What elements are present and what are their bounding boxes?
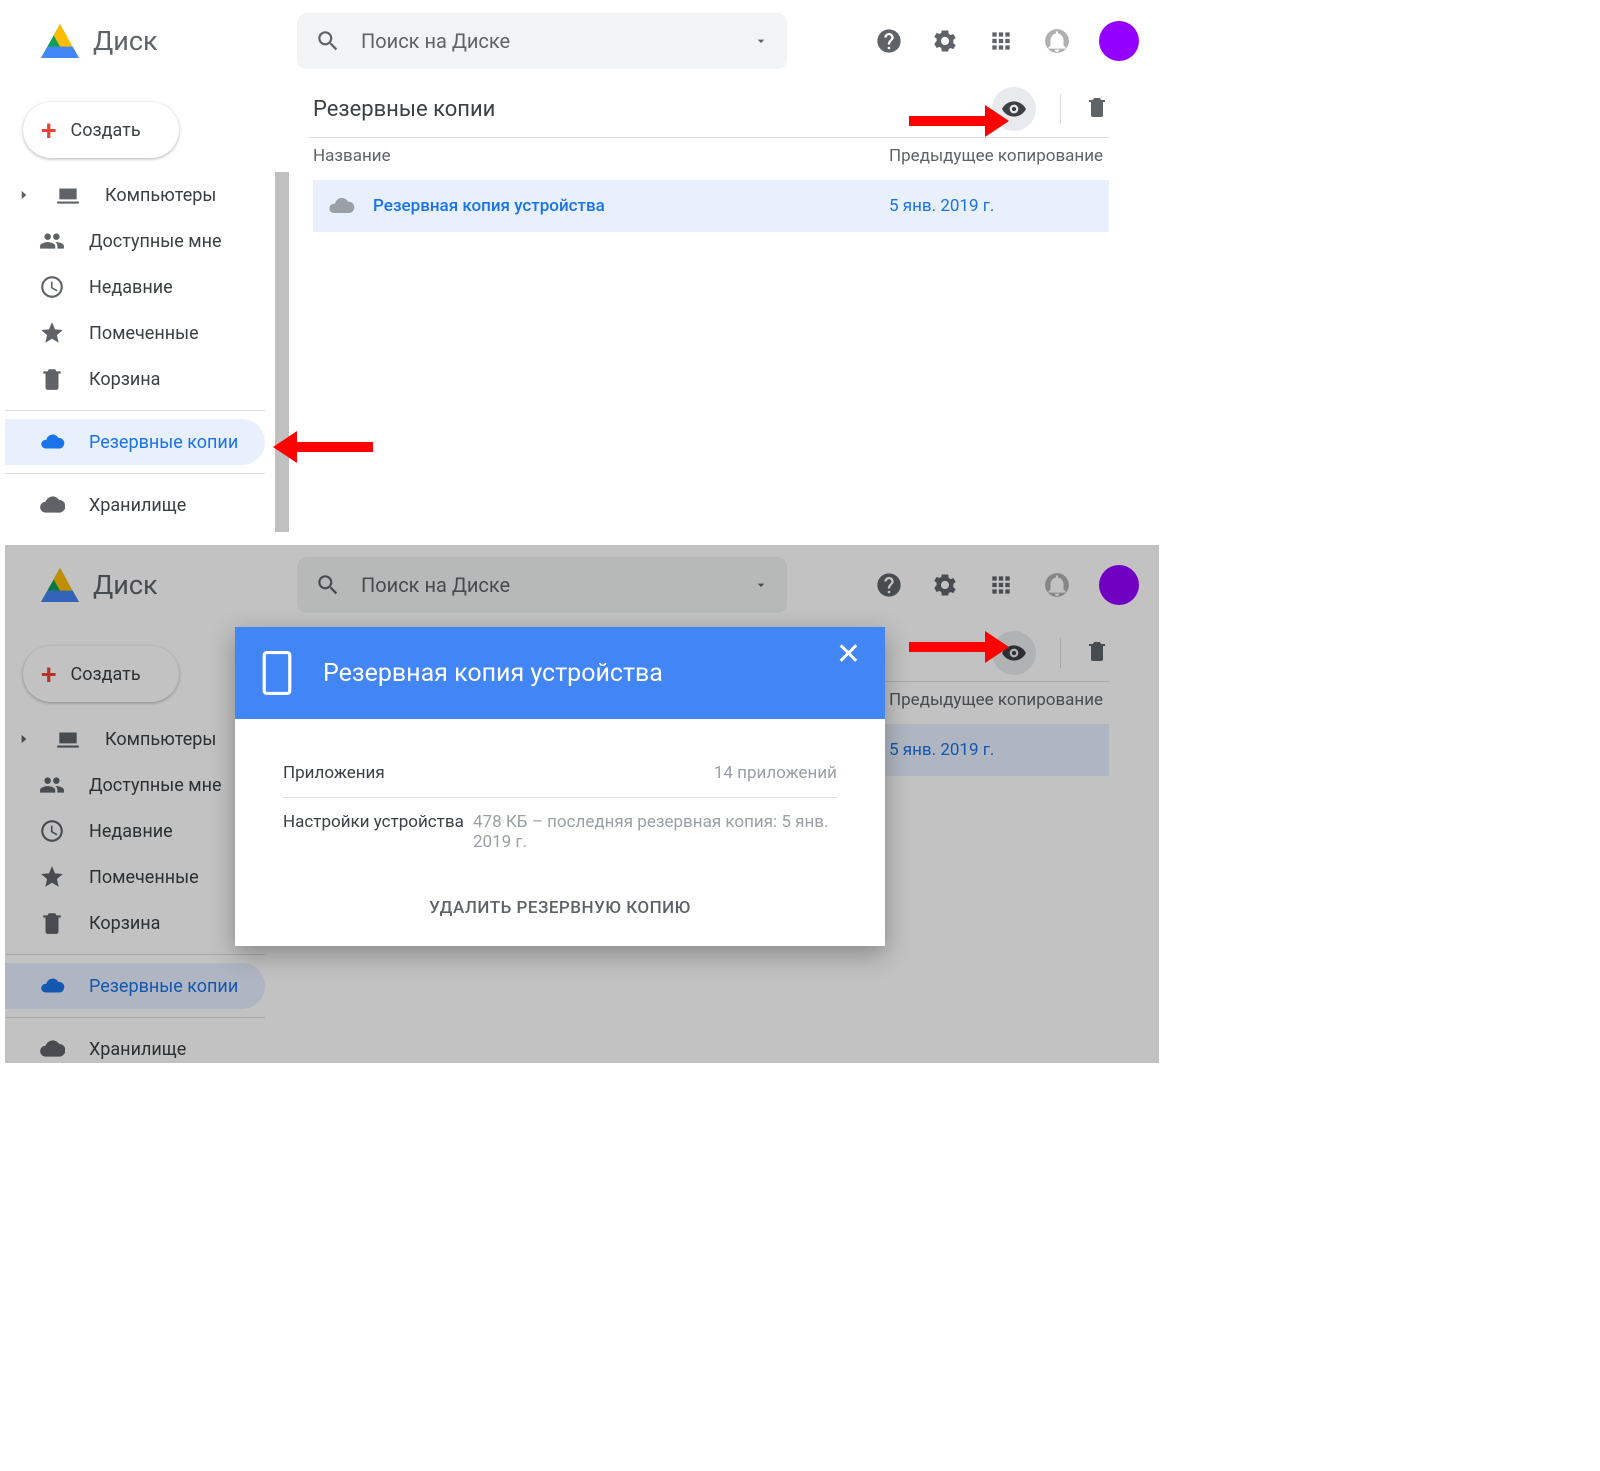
cloud-icon: [39, 429, 65, 455]
header: Диск Поиск на Диске: [5, 1, 1159, 81]
notifications-bell-icon[interactable]: [1043, 27, 1071, 55]
plus-icon: +: [41, 114, 57, 147]
trash-icon: [39, 366, 65, 392]
create-button[interactable]: + Создать: [23, 102, 179, 158]
drive-icon: [41, 22, 79, 60]
sidebar: + Создать Компьютеры Доступные мне Недав…: [5, 138, 265, 528]
nav-label: Корзина: [89, 369, 160, 390]
dialog-close-button[interactable]: ✕: [836, 627, 861, 672]
dialog-value: 14 приложений: [473, 763, 837, 783]
nav-backups[interactable]: Резервные копии: [5, 419, 265, 465]
dialog-row-apps[interactable]: Приложения 14 приложений: [283, 749, 837, 798]
nav-label: Компьютеры: [105, 185, 216, 206]
dialog-title: Резервная копия устройства: [323, 659, 663, 688]
dropdown-caret-icon[interactable]: [753, 33, 769, 49]
dialog-header: Резервная копия устройства ✕: [235, 627, 885, 719]
row-name: Резервная копия устройства: [373, 196, 889, 216]
nav-label: Помеченные: [89, 323, 199, 344]
computers-icon: [55, 182, 81, 208]
apps-grid-icon[interactable]: [987, 27, 1015, 55]
annotation-arrow-left: [273, 431, 373, 463]
backup-row[interactable]: Резервная копия устройства 5 янв. 2019 г…: [313, 180, 1109, 232]
trash-icon: [1085, 95, 1109, 119]
search-icon: [315, 28, 341, 54]
nav-trash[interactable]: Корзина: [5, 356, 265, 402]
main-content: Название Предыдущее копирование Резервна…: [265, 138, 1159, 528]
star-icon: [39, 320, 65, 346]
search-box[interactable]: Поиск на Диске: [297, 13, 787, 69]
nav-computers[interactable]: Компьютеры: [5, 172, 265, 218]
nav-recent[interactable]: Недавние: [5, 264, 265, 310]
nav-storage[interactable]: Хранилище: [5, 482, 265, 528]
dialog-label: Приложения: [283, 763, 473, 783]
create-label: Создать: [71, 120, 141, 141]
app-name: Диск: [93, 25, 158, 57]
backup-details-dialog: Резервная копия устройства ✕ Приложения …: [235, 627, 885, 946]
delete-button[interactable]: [1085, 95, 1109, 123]
account-avatar[interactable]: [1099, 21, 1139, 61]
clock-icon: [39, 274, 65, 300]
column-date[interactable]: Предыдущее копирование: [889, 146, 1109, 166]
row-date: 5 янв. 2019 г.: [889, 196, 1109, 216]
annotation-arrow-right: [909, 631, 1009, 663]
nav-label: Доступные мне: [89, 231, 222, 252]
nav-shared[interactable]: Доступные мне: [5, 218, 265, 264]
help-icon[interactable]: [875, 27, 903, 55]
nav-starred[interactable]: Помеченные: [5, 310, 265, 356]
people-icon: [39, 228, 65, 254]
nav-label: Недавние: [89, 277, 173, 298]
nav-label: Резервные копии: [89, 432, 238, 453]
dialog-label: Настройки устройства: [283, 812, 473, 852]
section-title: Резервные копии: [313, 97, 495, 122]
search-placeholder: Поиск на Диске: [361, 29, 733, 53]
drive-logo[interactable]: Диск: [41, 22, 297, 60]
divider: [5, 410, 265, 411]
expand-caret-icon: [17, 188, 31, 202]
column-name[interactable]: Название: [313, 146, 889, 166]
cloud-outline-icon: [39, 492, 65, 518]
nav-label: Хранилище: [89, 495, 186, 516]
divider: [5, 473, 265, 474]
annotation-arrow-right: [909, 105, 1009, 137]
dialog-row-settings[interactable]: Настройки устройства 478 КБ – последняя …: [283, 798, 837, 866]
dialog-value: 478 КБ – последняя резервная копия: 5 ян…: [473, 812, 837, 852]
delete-backup-button[interactable]: УДАЛИТЬ РЕЗЕРВНУЮ КОПИЮ: [235, 874, 885, 946]
cloud-icon: [327, 192, 355, 220]
settings-gear-icon[interactable]: [931, 27, 959, 55]
phone-icon: [259, 650, 295, 696]
divider: [1060, 94, 1061, 124]
